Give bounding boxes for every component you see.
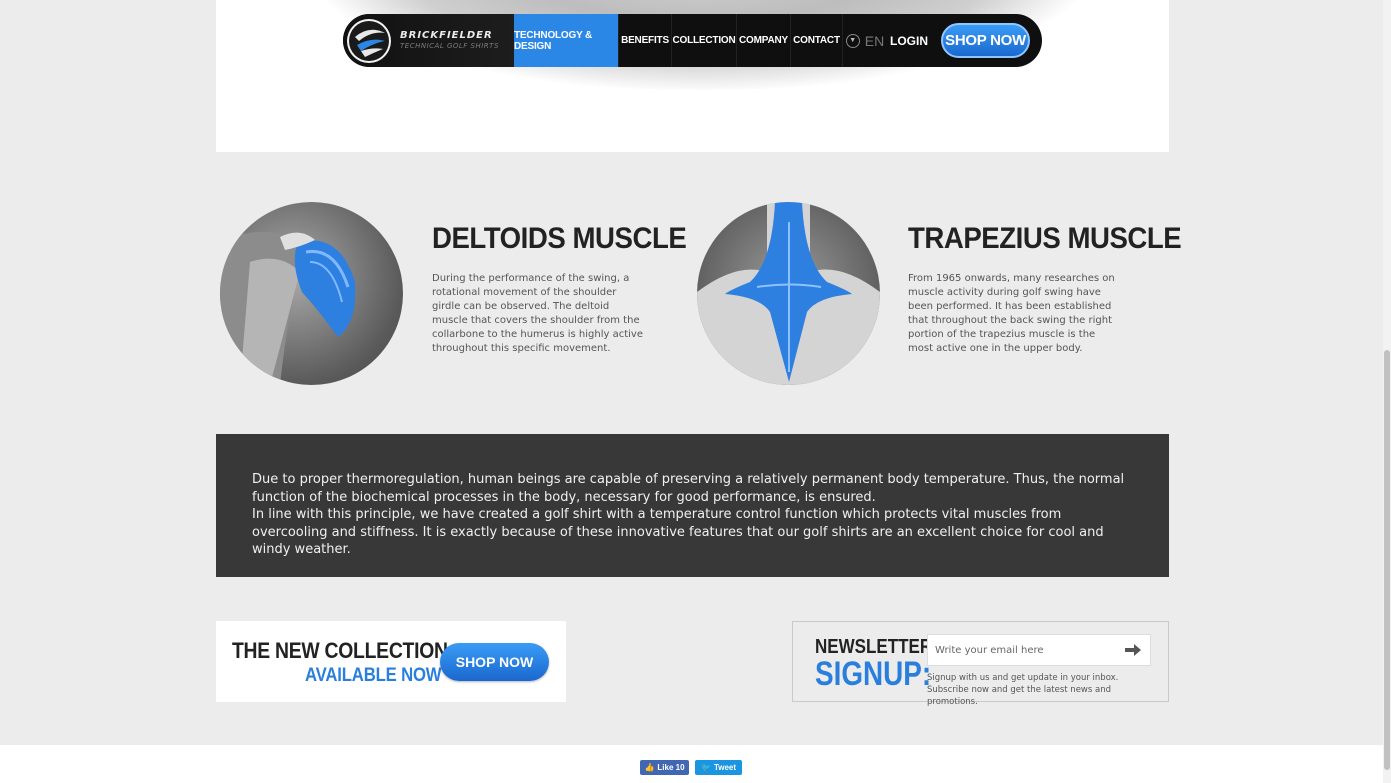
nav-item-technology-design[interactable]: TECHNOLOGY & DESIGN bbox=[514, 14, 619, 67]
newsletter-signup-label: SIGNUP: bbox=[815, 655, 932, 693]
language-label: EN bbox=[864, 32, 885, 49]
scrollbar-thumb[interactable] bbox=[1384, 350, 1390, 770]
language-selector[interactable]: ▼ EN bbox=[843, 14, 887, 67]
logo-tagline: TECHNICAL GOLF SHIRTS bbox=[400, 42, 499, 50]
info-paragraph-2: In line with this principle, we have cre… bbox=[252, 507, 1104, 557]
deltoid-muscle-image bbox=[220, 202, 403, 385]
trapezius-description: From 1965 onwards, many researches on mu… bbox=[908, 273, 1115, 354]
trapezius-title: TRAPEZIUS MUSCLE bbox=[908, 222, 1182, 255]
logo-mark-icon bbox=[347, 18, 391, 63]
thumbs-up-icon: 👍 bbox=[644, 763, 655, 772]
arrow-right-icon[interactable] bbox=[1124, 643, 1142, 657]
nav-item-contact[interactable]: CONTACT bbox=[791, 14, 843, 67]
newsletter-email-input[interactable]: Write your email here bbox=[927, 634, 1151, 666]
chevron-down-icon: ▼ bbox=[845, 33, 860, 48]
main-nav: BRICKFIELDER TECHNICAL GOLF SHIRTS TECHN… bbox=[343, 14, 1042, 67]
email-placeholder: Write your email here bbox=[935, 644, 1044, 656]
new-collection-banner[interactable]: THE NEW COLLECTION AVAILABLE NOW SHOP NO… bbox=[216, 621, 566, 702]
shop-now-button[interactable]: SHOP NOW bbox=[941, 23, 1030, 58]
deltoids-title: DELTOIDS MUSCLE bbox=[432, 222, 687, 255]
footer: 👍 Like 10 🐦 Tweet bbox=[0, 745, 1391, 783]
promo-subtitle: AVAILABLE NOW bbox=[305, 665, 442, 686]
page-scrollbar[interactable] bbox=[1383, 0, 1391, 783]
trapezius-muscle-image bbox=[697, 202, 880, 385]
logo-name: BRICKFIELDER bbox=[400, 30, 493, 41]
thermoregulation-info: Due to proper thermoregulation, human be… bbox=[216, 434, 1169, 577]
like-label: Like 10 bbox=[657, 763, 685, 772]
info-paragraph-1: Due to proper thermoregulation, human be… bbox=[252, 472, 1125, 505]
nav-item-benefits[interactable]: BENEFITS bbox=[619, 14, 672, 67]
promo-shop-now-button[interactable]: SHOP NOW bbox=[440, 643, 549, 681]
tweet-label: Tweet bbox=[713, 763, 737, 772]
tweet-button[interactable]: 🐦 Tweet bbox=[695, 760, 742, 775]
nav-item-company[interactable]: COMPANY bbox=[737, 14, 791, 67]
facebook-like-button[interactable]: 👍 Like 10 bbox=[640, 760, 689, 775]
promo-title: THE NEW COLLECTION bbox=[232, 638, 448, 663]
login-link[interactable]: LOGIN bbox=[887, 14, 931, 67]
newsletter-note: Signup with us and get update in your in… bbox=[927, 673, 1119, 707]
twitter-bird-icon: 🐦 bbox=[700, 763, 711, 772]
deltoids-description: During the performance of the swing, a r… bbox=[432, 273, 644, 354]
newsletter-signup: NEWSLETTER SIGNUP: Write your email here… bbox=[792, 621, 1169, 707]
nav-item-collection[interactable]: COLLECTION bbox=[672, 14, 737, 67]
brand-logo[interactable]: BRICKFIELDER TECHNICAL GOLF SHIRTS bbox=[343, 14, 514, 67]
